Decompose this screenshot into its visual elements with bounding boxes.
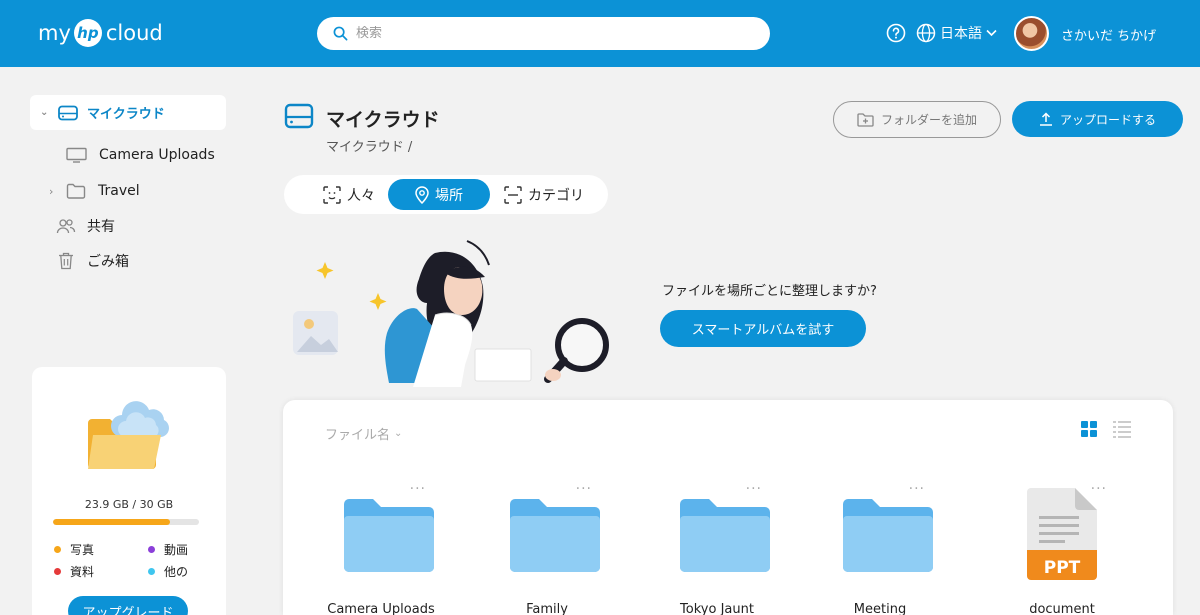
sidebar-item-camera-uploads[interactable]: Camera Uploads	[66, 145, 215, 165]
legend-photos: 写真	[54, 541, 94, 558]
face-scan-icon	[323, 185, 341, 204]
drive-icon	[58, 105, 78, 120]
tab-categories[interactable]: カテゴリ	[494, 179, 594, 210]
folder-plus-icon	[857, 112, 874, 127]
file-name: Camera Uploads	[327, 602, 435, 615]
trash-icon	[59, 252, 73, 270]
storage-usage-text: 23.9 GB / 30 GB	[84, 498, 174, 511]
cloud-folder-icon	[88, 401, 169, 469]
file-name: document	[1029, 602, 1095, 615]
globe-icon	[916, 23, 936, 43]
try-smart-album-button[interactable]: スマートアルバムを試す	[660, 310, 866, 347]
file-name: Family	[526, 602, 568, 615]
location-pin-icon	[415, 185, 429, 204]
folder-icon	[510, 499, 600, 572]
tab-places[interactable]: 場所	[388, 179, 490, 210]
storage-card: 23.9 GB / 30 GB 写真 動画 資料 他の アップグレード	[32, 367, 226, 615]
legend-dot	[148, 568, 155, 575]
app-logo[interactable]: my hp cloud	[38, 18, 163, 48]
monitor-icon	[66, 147, 87, 163]
category-scan-icon	[504, 185, 522, 204]
sort-by-filename[interactable]: ファイル名 ⌄	[325, 424, 402, 443]
folder-icon	[66, 183, 86, 199]
page-title: マイクラウド	[326, 109, 440, 131]
people-icon	[56, 219, 76, 234]
chevron-down-icon[interactable]: ⌄	[40, 107, 54, 118]
file-name: Tokyo Jaunt	[680, 602, 754, 615]
user-name[interactable]: さかいだ ちかげ	[1061, 25, 1156, 44]
sidebar-item-travel[interactable]: › Travel	[49, 181, 140, 201]
promo-question: ファイルを場所ごとに整理しますか?	[662, 284, 877, 299]
hp-logo-icon: hp	[73, 19, 102, 47]
storage-progress-fill	[53, 519, 170, 525]
more-options-icon[interactable]: ...	[909, 477, 925, 493]
list-view-icon[interactable]	[1112, 420, 1132, 438]
legend-others: 他の	[148, 563, 188, 580]
ppt-badge: PPT	[1043, 558, 1081, 578]
search-input[interactable]	[356, 26, 756, 41]
search-illustration	[293, 240, 609, 387]
sidebar-item-shared[interactable]: 共有	[56, 216, 115, 236]
more-options-icon[interactable]: ...	[746, 477, 762, 493]
storage-progress-bar	[53, 519, 199, 525]
chevron-down-icon: ⌄	[394, 428, 403, 439]
upload-icon	[1039, 112, 1052, 126]
upload-button[interactable]: アップロードする	[1012, 101, 1183, 137]
legend-dot	[148, 546, 155, 553]
top-bar: my hp cloud 日本語 さかいだ ちかげ	[0, 0, 1200, 67]
drive-icon	[284, 103, 314, 129]
chevron-down-icon	[986, 29, 997, 37]
user-avatar[interactable]	[1014, 16, 1049, 51]
upgrade-button[interactable]: アップグレード	[68, 596, 188, 615]
search-icon	[333, 26, 348, 41]
tab-people[interactable]: 人々	[304, 179, 394, 210]
more-options-icon[interactable]: ...	[576, 477, 592, 493]
smart-album-tabs: 人々 場所 カテゴリ	[284, 175, 608, 214]
file-browser-panel: ファイル名 ⌄ ... Camera Uploads ... Family ..…	[283, 400, 1173, 615]
legend-documents: 資料	[54, 563, 94, 580]
sidebar-item-mycloud[interactable]: ⌄ マイクラウド	[30, 95, 226, 130]
search-box[interactable]	[317, 17, 770, 50]
folder-icon	[680, 499, 770, 572]
file-name: Meeting	[853, 602, 907, 615]
language-selector[interactable]: 日本語	[916, 22, 997, 44]
more-options-icon[interactable]: ...	[410, 477, 426, 493]
file-card[interactable]: ... Camera Uploads	[326, 477, 436, 615]
chevron-right-icon[interactable]: ›	[49, 185, 66, 198]
add-folder-button[interactable]: フォルダーを追加	[833, 101, 1001, 138]
file-card[interactable]: ... Family	[492, 477, 602, 615]
sidebar-item-trash[interactable]: ごみ箱	[58, 251, 129, 271]
grid-view-icon[interactable]	[1080, 420, 1098, 438]
file-card[interactable]: ... Meeting	[825, 477, 935, 615]
language-label: 日本語	[940, 26, 982, 42]
help-icon[interactable]	[886, 23, 906, 43]
legend-videos: 動画	[148, 541, 188, 558]
file-card[interactable]: ... Tokyo Jaunt	[662, 477, 772, 615]
folder-icon	[344, 499, 434, 572]
breadcrumb[interactable]: マイクラウド /	[326, 136, 412, 155]
file-card[interactable]: ... PPT document	[1007, 477, 1117, 615]
folder-icon	[843, 499, 933, 572]
legend-dot	[54, 568, 61, 575]
legend-dot	[54, 546, 61, 553]
